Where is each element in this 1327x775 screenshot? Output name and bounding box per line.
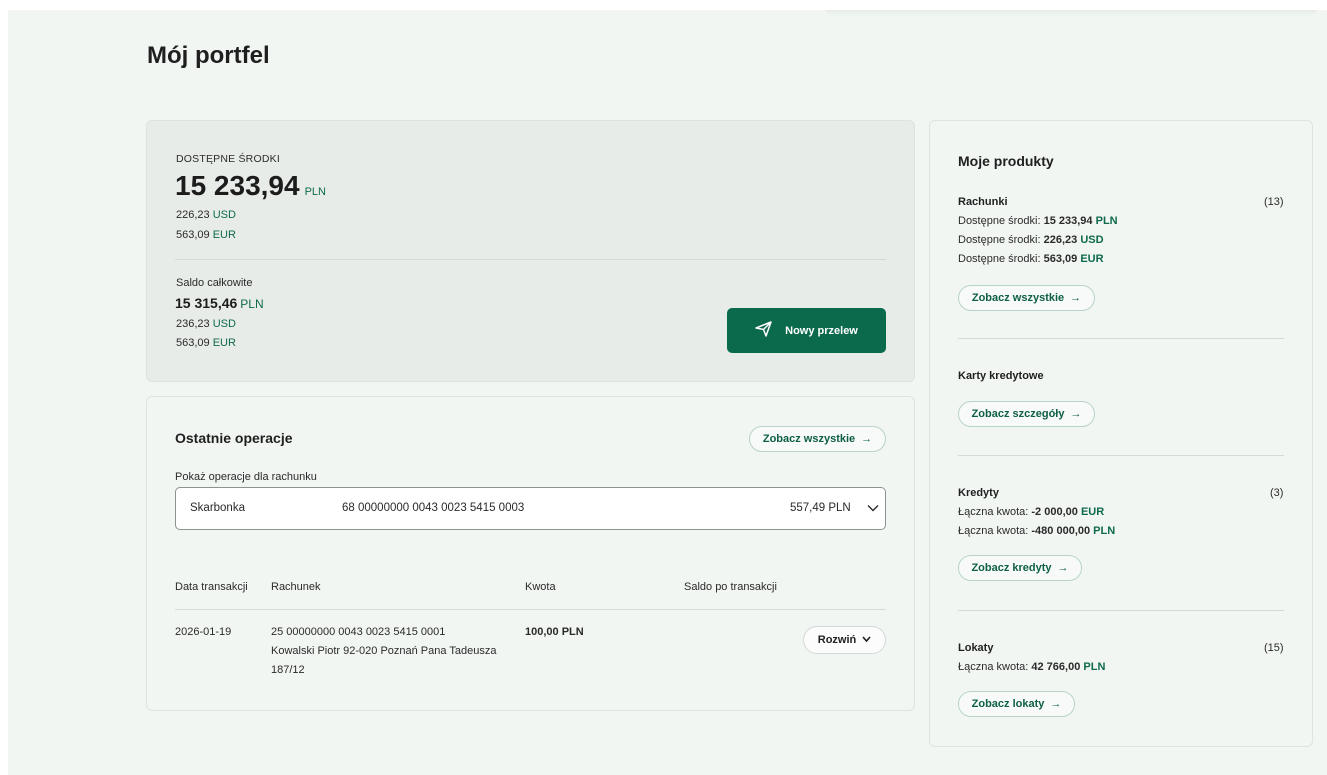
total-eur-amount: 563,09 [176, 337, 210, 349]
available-amount-value: 15 233,94 [175, 170, 300, 201]
total-usd-amount: 236,23 [176, 318, 210, 330]
accounts-line-usd-currency: USD [1080, 234, 1104, 246]
accounts-line-eur: Dostępne środki: 563,09 EUR [958, 253, 1104, 265]
see-deposits-button[interactable]: Zobacz lokaty → [958, 691, 1075, 717]
loans-line-pln: Łączna kwota: -480 000,00 PLN [958, 525, 1115, 537]
loans-line-pln-currency: PLN [1093, 525, 1116, 537]
arrow-right-icon: → [1057, 562, 1069, 574]
account-select-name: Skarbonka [190, 502, 245, 514]
available-eur-currency: EUR [212, 229, 236, 241]
row-account-owner: Kowalski Piotr 92-020 Poznań Pana Tadeus… [271, 645, 497, 657]
arrow-right-icon: → [1070, 408, 1082, 420]
available-eur: 563,09 EUR [176, 229, 236, 241]
see-all-accounts-button[interactable]: Zobacz wszystkie → [958, 285, 1095, 311]
see-all-operations-label: Zobacz wszystkie [762, 433, 856, 445]
column-header-account: Rachunek [271, 581, 321, 593]
arrow-right-icon: → [1050, 698, 1062, 710]
chevron-down-icon [862, 634, 871, 646]
accounts-line-usd-prefix: Dostępne środki: [958, 234, 1041, 246]
column-header-amount: Kwota [525, 581, 556, 593]
accounts-line-eur-amount: 563,09 [1043, 253, 1078, 265]
see-loans-button[interactable]: Zobacz kredyty → [958, 555, 1082, 581]
balance-card: DOSTĘPNE ŚRODKI 15 233,94 PLN 226,23 USD … [146, 120, 915, 382]
expand-row-button[interactable]: Rozwiń [803, 626, 886, 654]
accounts-line-usd-amount: 226,23 [1043, 234, 1078, 246]
column-header-balance-after: Saldo po transakcji [684, 581, 777, 593]
table-header-divider [175, 609, 886, 610]
accounts-label: Rachunki [958, 196, 1008, 208]
see-all-operations-button[interactable]: Zobacz wszystkie → [749, 426, 886, 452]
accounts-line-eur-currency: EUR [1080, 253, 1104, 265]
total-amount-value: 15 315,46 [175, 295, 238, 311]
loans-line-eur-currency: EUR [1080, 506, 1105, 518]
loans-count: (3) [1270, 487, 1284, 499]
header-shadow [826, 10, 1316, 16]
available-amount-currency: PLN [304, 186, 326, 198]
accounts-line-pln: Dostępne środki: 15 233,94 PLN [958, 215, 1118, 227]
accounts-line-pln-currency: PLN [1095, 215, 1118, 227]
row-amount: 100,00 PLN [525, 626, 584, 638]
chevron-down-icon [866, 501, 880, 520]
column-header-date: Data transakcji [175, 581, 248, 593]
accounts-line-pln-amount: 15 233,94 [1043, 215, 1093, 227]
total-amount-currency: PLN [240, 297, 264, 311]
products-divider-1 [958, 338, 1284, 339]
see-all-accounts-label: Zobacz wszystkie [971, 292, 1065, 304]
total-eur: 563,09 EUR [176, 337, 236, 349]
accounts-line-pln-prefix: Dostępne środki: [958, 215, 1041, 227]
loans-line-pln-amount: -480 000,00 [1031, 525, 1091, 537]
expand-row-label: Rozwiń [817, 634, 857, 646]
my-products-card: Moje produkty Rachunki (13) Dostępne śro… [929, 120, 1313, 747]
recent-operations-title: Ostatnie operacje [175, 430, 293, 446]
loans-line-pln-prefix: Łączna kwota: [958, 525, 1029, 537]
loans-line-eur-amount: -2 000,00 [1031, 506, 1078, 518]
credit-cards-label: Karty kredytowe [958, 370, 1044, 382]
total-balance-amount: 15 315,46 PLN [175, 295, 264, 313]
see-loans-label: Zobacz kredyty [971, 562, 1052, 574]
products-divider-2 [958, 455, 1284, 456]
deposits-line-pln-currency: PLN [1083, 661, 1106, 673]
total-usd-currency: USD [212, 318, 236, 330]
accounts-line-eur-prefix: Dostępne środki: [958, 253, 1041, 265]
deposits-line-pln-amount: 42 766,00 [1031, 661, 1081, 673]
my-products-title: Moje produkty [958, 153, 1054, 169]
available-usd-currency: USD [212, 209, 236, 221]
available-usd: 226,23 USD [176, 209, 236, 221]
account-select-label: Pokaż operacje dla rachunku [175, 471, 317, 483]
see-deposits-label: Zobacz lokaty [971, 698, 1045, 710]
available-eur-amount: 563,09 [176, 229, 210, 241]
accounts-count: (13) [1264, 196, 1284, 208]
arrow-right-icon: → [1070, 292, 1082, 304]
row-date: 2026-01-19 [175, 626, 232, 638]
account-select-number: 68 00000000 0043 0023 5415 0003 [342, 502, 525, 514]
row-account-number: 25 00000000 0043 0023 5415 0001 [271, 626, 446, 638]
products-divider-3 [958, 610, 1284, 611]
available-funds-amount: 15 233,94 PLN [175, 170, 326, 202]
loans-line-eur-prefix: Łączna kwota: [958, 506, 1029, 518]
deposits-count: (15) [1264, 642, 1284, 654]
deposits-line-pln-prefix: Łączna kwota: [958, 661, 1029, 673]
total-eur-currency: EUR [212, 337, 236, 349]
recent-operations-card: Ostatnie operacje Zobacz wszystkie → Pok… [146, 396, 915, 711]
available-usd-amount: 226,23 [176, 209, 210, 221]
credit-cards-details-label: Zobacz szczegóły [971, 408, 1065, 420]
accounts-line-usd: Dostępne środki: 226,23 USD [958, 234, 1104, 246]
credit-cards-details-button[interactable]: Zobacz szczegóły → [958, 401, 1095, 427]
total-usd: 236,23 USD [176, 318, 236, 330]
balance-divider [175, 259, 886, 260]
new-transfer-label: Nowy przelew [785, 324, 858, 337]
deposits-line-pln: Łączna kwota: 42 766,00 PLN [958, 661, 1105, 673]
loans-line-eur: Łączna kwota: -2 000,00 EUR [958, 506, 1104, 518]
new-transfer-button[interactable]: Nowy przelew [727, 308, 886, 353]
total-balance-label: Saldo całkowite [176, 277, 253, 289]
send-icon [755, 321, 773, 340]
account-select-balance: 557,49 PLN [790, 502, 851, 514]
available-funds-label: DOSTĘPNE ŚRODKI [176, 153, 280, 165]
account-select[interactable]: Skarbonka 68 00000000 0043 0023 5415 000… [175, 487, 886, 530]
loans-label: Kredyty [958, 487, 999, 499]
arrow-right-icon: → [861, 433, 873, 445]
page-title: Mój portfel [147, 42, 270, 69]
deposits-label: Lokaty [958, 642, 994, 654]
row-account-address: 187/12 [271, 664, 305, 676]
